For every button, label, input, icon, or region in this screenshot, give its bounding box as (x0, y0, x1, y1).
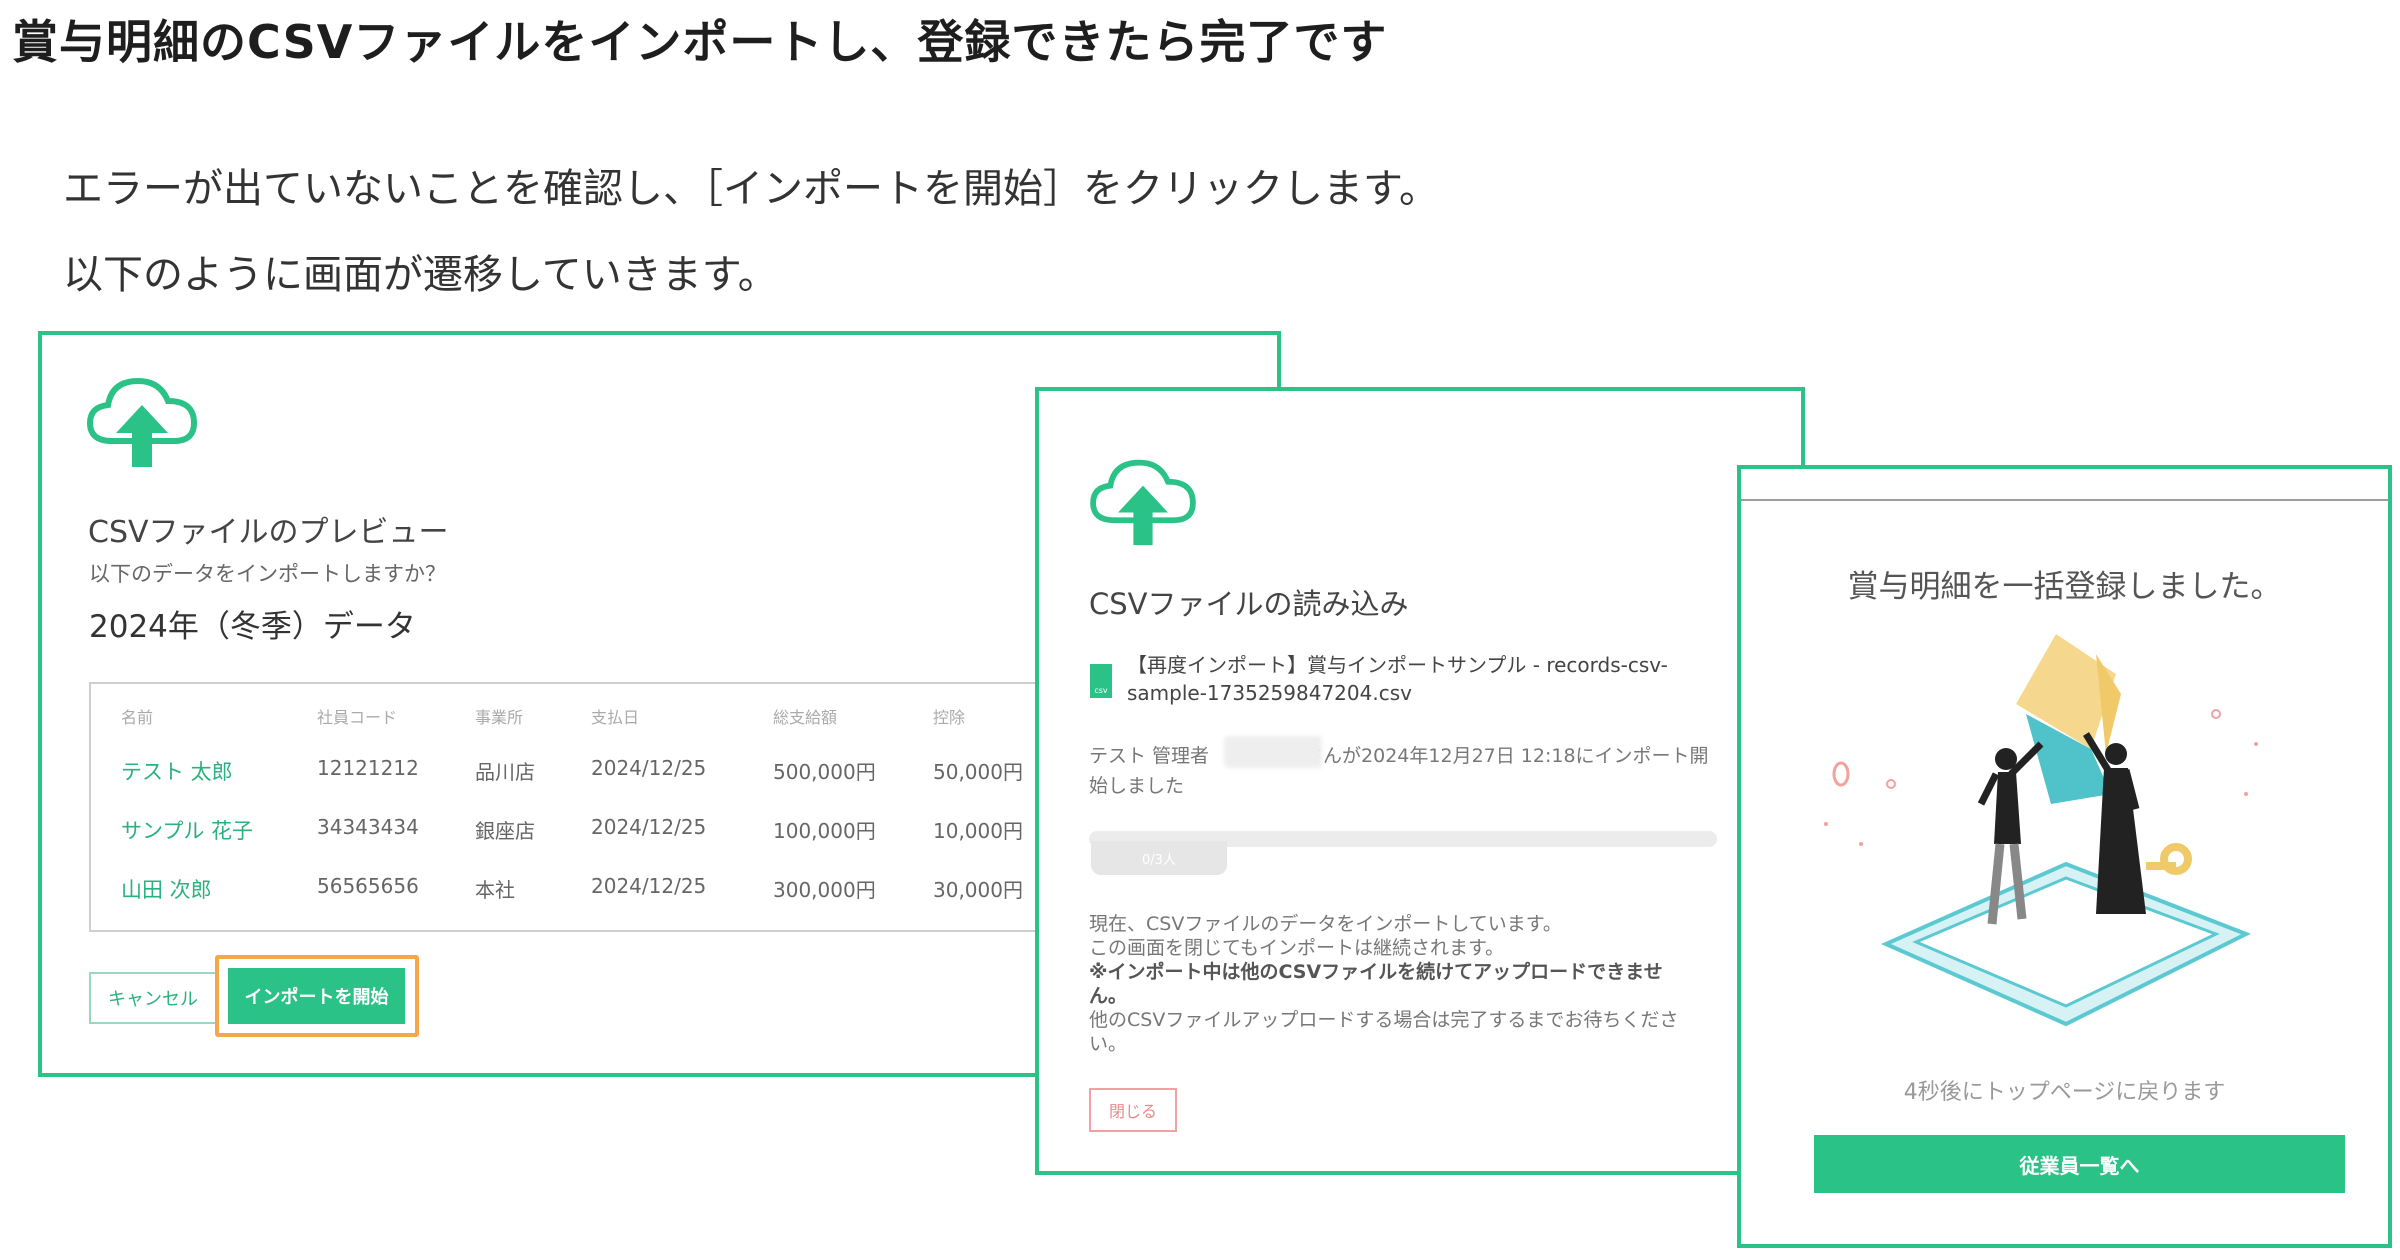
table-cell: 本社 (475, 878, 515, 902)
file-name-line2: sample-1735259847204.csv (1127, 681, 1412, 705)
table-cell: 2024/12/25 (591, 815, 707, 839)
warning-message: ※インポート中は他のCSVファイルを続けてアップロードできませ (1089, 961, 1663, 983)
table-cell: 10,000円 (933, 819, 1023, 843)
preview-title: CSVファイルのプレビュー (88, 515, 449, 550)
redirect-notice: 4秒後にトップページに戻ります (1903, 1080, 2226, 1105)
table-cell: 34343434 (317, 815, 419, 839)
table-cell: 100,000円 (773, 819, 876, 843)
employee-list-button[interactable]: 従業員一覧へ (1814, 1135, 2345, 1193)
table-cell: 56565656 (317, 874, 419, 898)
table-cell: 30,000円 (933, 878, 1023, 902)
preview-question: 以下のデータをインポートしますか？ (89, 562, 446, 586)
table-cell: 銀座店 (475, 819, 535, 843)
table-cell: 300,000円 (773, 878, 876, 902)
table-cell: 2024/12/25 (591, 756, 707, 780)
table-cell: 品川店 (475, 760, 535, 784)
status-message: 現在、CSVファイルのデータをインポートしています。 (1089, 913, 1562, 935)
celebration-illustration (1824, 634, 2258, 1027)
table-cell-name: 山田 次郎 (121, 878, 212, 902)
completion-title: 賞与明細を一括登録しました。 (1847, 569, 2282, 605)
close-button[interactable]: 閉じる (1089, 1088, 1177, 1132)
import-start-line1: テスト 管理者 さんが2024年12月27日 12:18にインポート開 (1089, 745, 1709, 767)
import-start-line2: 始しました (1089, 775, 1185, 797)
divider (1741, 499, 2388, 501)
cloud-upload-icon (1090, 459, 1196, 546)
csv-loading-panel: CSVファイルの読み込み csv 【再度インポート】賞与インポートサンプル - … (1035, 387, 1805, 1175)
column-header: 総支給額 (773, 708, 838, 727)
transition-text: 以下のように画面が遷移していきます。 (63, 252, 778, 298)
completion-panel: 賞与明細を一括登録しました。 4秒後にトップページに戻ります 従業員一覧へ (1737, 465, 2392, 1248)
column-header: 支払日 (591, 708, 640, 727)
column-header: 社員コード (317, 708, 398, 727)
warning-message: ん。 (1089, 985, 1128, 1007)
table-cell-name: サンプル 花子 (121, 819, 254, 843)
table-cell: 2024/12/25 (591, 874, 707, 898)
table-cell-name: テスト 太郎 (121, 760, 233, 784)
loading-title: CSVファイルの読み込み (1089, 587, 1409, 621)
instruction-text: エラーが出ていないことを確認し、［インポートを開始］をクリックします。 (63, 166, 1439, 212)
preview-data-title: 2024年（冬季）データ (89, 609, 416, 645)
start-import-button[interactable]: インポートを開始 (228, 968, 405, 1024)
cancel-button[interactable]: キャンセル (89, 972, 217, 1024)
progress-label: 0/3人 (1091, 841, 1227, 875)
status-message: この画面を閉じてもインポートは継続されます。 (1089, 937, 1505, 959)
redacted-name (1224, 736, 1322, 768)
table-cell: 500,000円 (773, 760, 876, 784)
file-name-line1: 【再度インポート】賞与インポートサンプル - records-csv- (1127, 653, 1668, 677)
column-header: 控除 (933, 708, 966, 727)
table-cell: 50,000円 (933, 760, 1023, 784)
table-cell: 12121212 (317, 756, 419, 780)
status-message: い。 (1089, 1033, 1128, 1055)
column-header: 事業所 (475, 708, 524, 727)
page-heading: 賞与明細のCSVファイルをインポートし、登録できたら完了です (12, 15, 1388, 69)
column-header: 名前 (121, 708, 154, 727)
cloud-upload-icon (86, 377, 198, 467)
status-message: 他のCSVファイルアップロードする場合は完了するまでお待ちくださ (1089, 1009, 1679, 1031)
csv-file-icon: csv (1090, 664, 1112, 698)
